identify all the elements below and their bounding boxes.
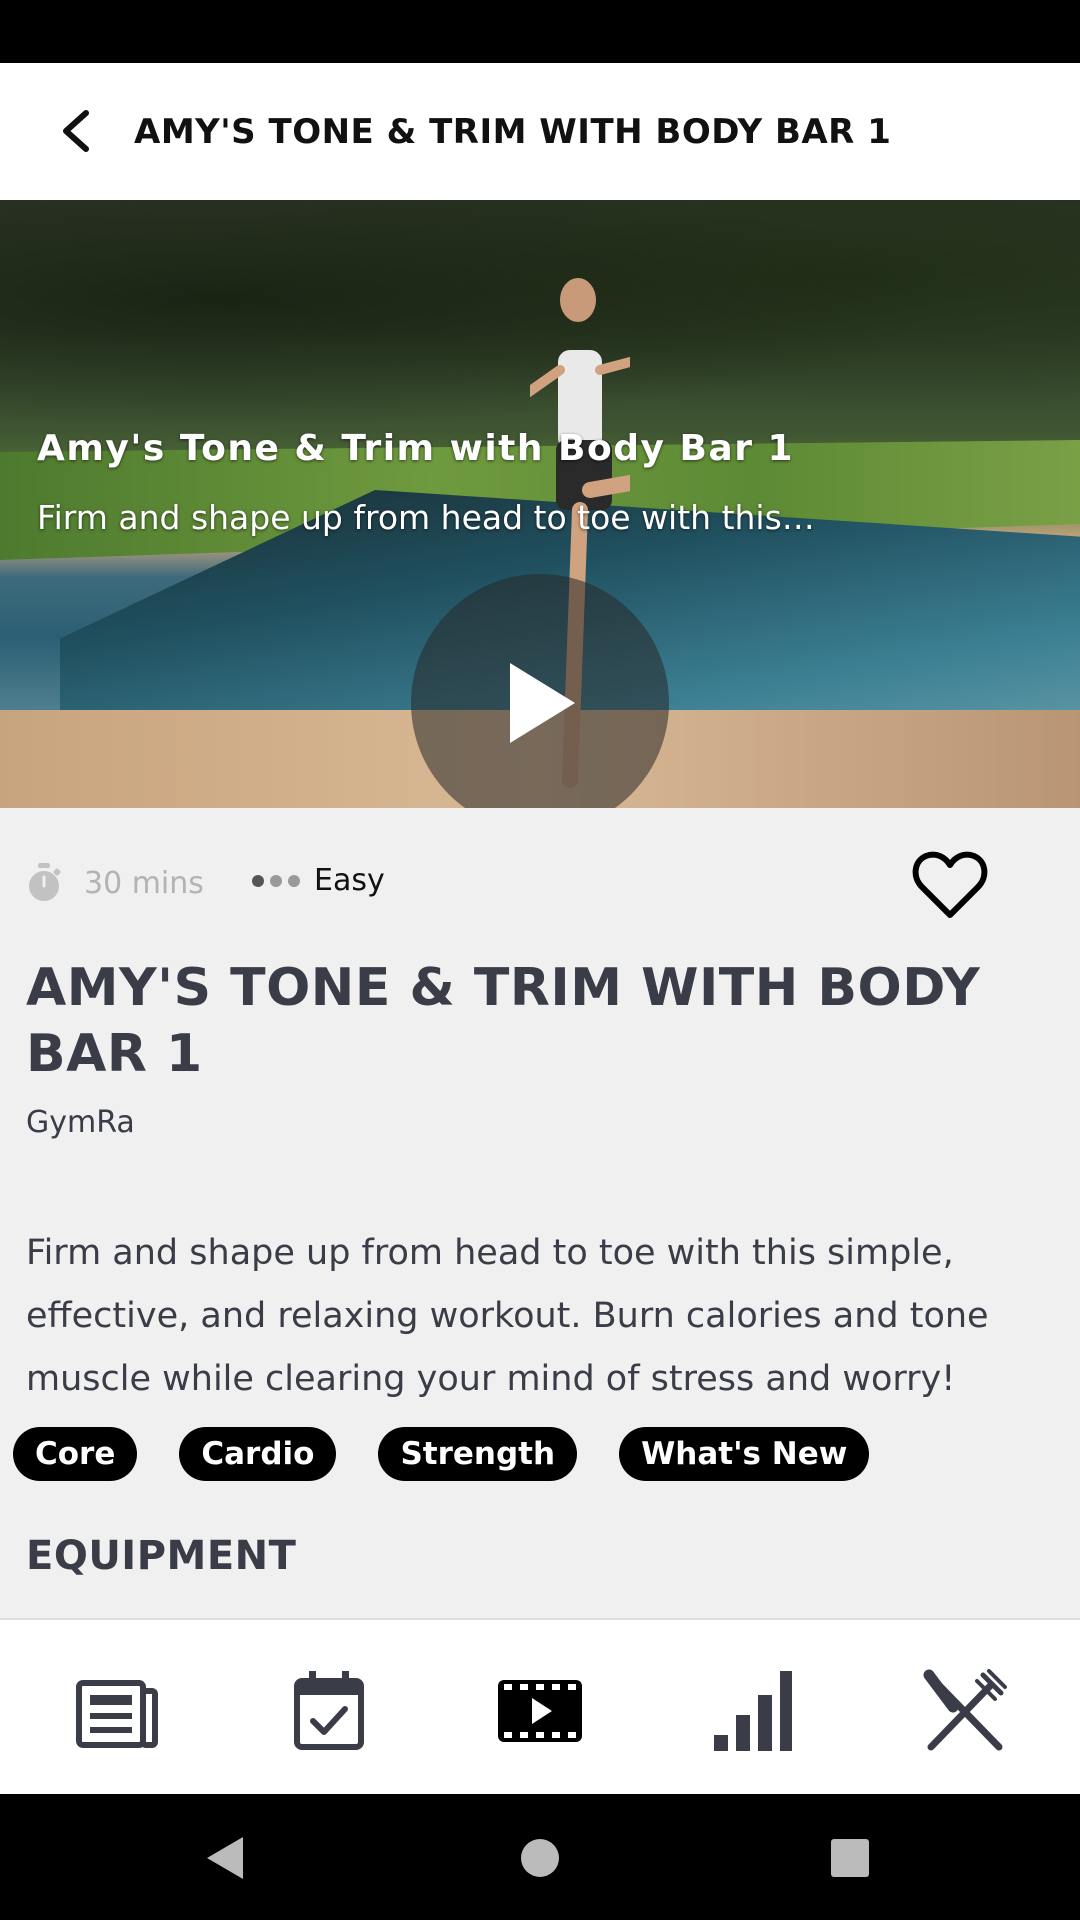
app-bar: AMY'S TONE & TRIM WITH BODY BAR 1	[0, 63, 1080, 200]
difficulty: Easy	[252, 863, 385, 898]
video-overlay-title: Amy's Tone & Trim with Body Bar 1	[37, 428, 795, 469]
tag-chip[interactable]: Strength	[378, 1427, 578, 1481]
favorite-button[interactable]	[910, 845, 990, 925]
tag-list: Core Cardio Strength What's New	[13, 1427, 870, 1481]
difficulty-dot	[270, 874, 282, 887]
nav-item-videos[interactable]	[495, 1666, 585, 1756]
system-recents-button[interactable]	[822, 1830, 878, 1886]
recents-square-icon	[831, 1839, 869, 1877]
status-bar	[0, 0, 1080, 63]
back-triangle-icon	[207, 1837, 243, 1879]
nav-item-nutrition[interactable]	[920, 1666, 1010, 1756]
nav-item-news[interactable]	[72, 1666, 162, 1756]
system-back-button[interactable]	[198, 1830, 254, 1886]
back-button[interactable]	[48, 103, 104, 159]
app-bar-title: AMY'S TONE & TRIM WITH BODY BAR 1	[134, 111, 892, 152]
chevron-left-icon	[63, 110, 89, 152]
system-nav-bar	[0, 1794, 1080, 1920]
news-icon	[76, 1680, 158, 1748]
video-overlay-subtitle: Firm and shape up from head to toe with …	[37, 498, 815, 537]
video-icon	[498, 1680, 582, 1742]
duration-text: 30 mins	[84, 865, 204, 901]
workout-description: Firm and shape up from head to toe with …	[26, 1233, 989, 1399]
duration: 30 mins	[26, 863, 204, 903]
difficulty-dot	[288, 874, 300, 887]
play-icon	[510, 663, 575, 743]
tag-chip[interactable]: Core	[13, 1427, 138, 1481]
difficulty-text: Easy	[314, 863, 385, 898]
bar-chart-icon	[714, 1671, 792, 1751]
system-home-button[interactable]	[512, 1830, 568, 1886]
tag-chip[interactable]: What's New	[619, 1427, 870, 1481]
workout-title: AMY'S TONE & TRIM WITH BODY BAR 1	[26, 958, 981, 1084]
nav-item-calendar[interactable]	[284, 1666, 374, 1756]
home-circle-icon	[521, 1839, 559, 1877]
video-player[interactable]: Amy's Tone & Trim with Body Bar 1 Firm a…	[0, 200, 1080, 808]
fork-knife-icon	[923, 1669, 1007, 1751]
bottom-nav	[0, 1618, 1080, 1796]
heart-outline-icon	[912, 851, 988, 918]
calendar-check-icon	[294, 1671, 364, 1750]
difficulty-dots	[252, 874, 300, 887]
workout-meta-row: 30 mins Easy	[26, 845, 1026, 918]
difficulty-dot	[252, 874, 264, 887]
timer-icon	[29, 863, 61, 901]
workout-author: GymRa	[26, 1105, 135, 1140]
equipment-heading: EQUIPMENT	[26, 1533, 297, 1579]
tag-chip[interactable]: Cardio	[179, 1427, 337, 1481]
nav-item-stats[interactable]	[707, 1666, 797, 1756]
